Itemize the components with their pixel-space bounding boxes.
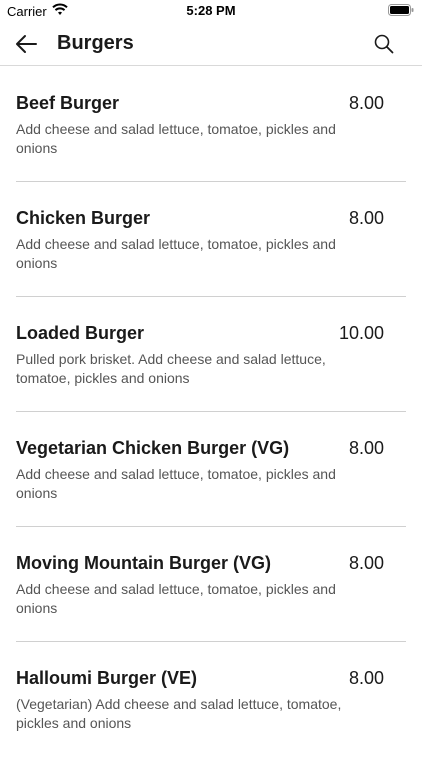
item-name: Halloumi Burger (VE) [16, 668, 198, 688]
item-name: Beef Burger [16, 93, 120, 113]
item-name: Vegetarian Chicken Burger (VG) [16, 438, 290, 458]
item-price: 8.00 [348, 208, 384, 228]
menu-list: Beef Burger 8.00 Add cheese and salad le… [0, 67, 422, 757]
item-description: Add cheese and salad lettuce, tomatoe, p… [16, 581, 336, 616]
item-price: 10.00 [338, 323, 384, 343]
item-description: Pulled pork brisket. Add cheese and sala… [16, 351, 326, 386]
menu-item[interactable]: Loaded Burger 10.00 Pulled pork brisket.… [16, 297, 406, 412]
menu-item[interactable]: Moving Mountain Burger (VG) 8.00 Add che… [16, 527, 406, 642]
search-icon[interactable] [374, 34, 394, 54]
item-price: 8.00 [348, 93, 384, 113]
page-title: Burgers [57, 32, 134, 54]
item-description: Add cheese and salad lettuce, tomatoe, p… [16, 121, 336, 156]
menu-item[interactable]: Vegetarian Chicken Burger (VG) 8.00 Add … [16, 412, 406, 527]
item-name: Chicken Burger [16, 208, 151, 228]
menu-item[interactable]: Halloumi Burger (VE) 8.00 (Vegetarian) A… [16, 642, 406, 757]
item-price: 8.00 [348, 668, 384, 688]
back-arrow-icon[interactable] [14, 33, 38, 55]
item-description: (Vegetarian) Add cheese and salad lettuc… [16, 696, 342, 731]
battery-icon [388, 4, 414, 19]
item-description: Add cheese and salad lettuce, tomatoe, p… [16, 466, 336, 501]
item-name: Moving Mountain Burger (VG) [16, 553, 271, 573]
item-price: 8.00 [348, 438, 384, 458]
item-price: 8.00 [348, 553, 384, 573]
item-name: Loaded Burger [16, 323, 145, 343]
menu-item[interactable]: Chicken Burger 8.00 Add cheese and salad… [16, 182, 406, 297]
status-time: 5:28 PM [186, 3, 236, 18]
status-bar: Carrier 5:28 PM [0, 0, 422, 22]
item-description: Add cheese and salad lettuce, tomatoe, p… [16, 236, 336, 271]
nav-bar: Burgers [0, 22, 422, 66]
menu-item[interactable]: Beef Burger 8.00 Add cheese and salad le… [16, 67, 406, 182]
